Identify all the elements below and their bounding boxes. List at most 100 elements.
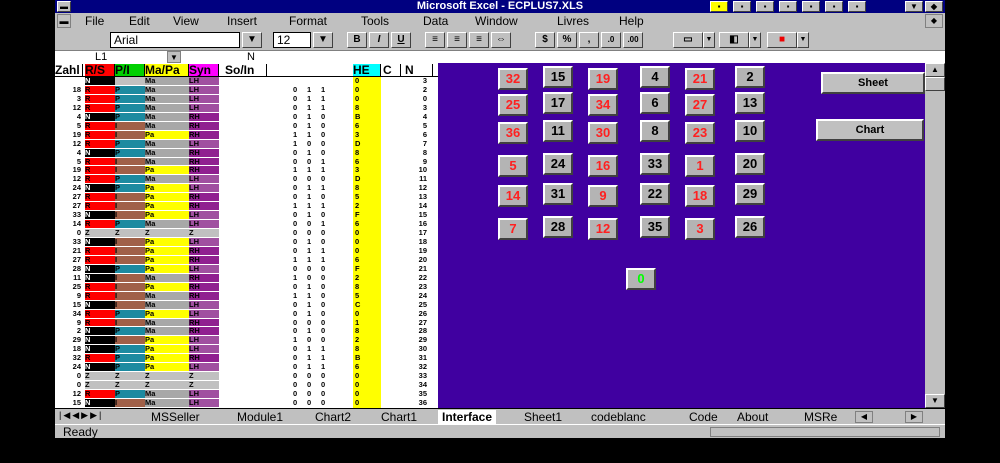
grid-cell[interactable]: 0 (293, 193, 303, 201)
grid-cell[interactable]: 1 (307, 310, 317, 318)
toolbar-icon-4[interactable]: ▪ (779, 1, 797, 12)
grid-cell[interactable]: LH (189, 220, 219, 229)
grid-cell[interactable]: R (85, 246, 115, 255)
grid-cell[interactable]: Pa (145, 246, 189, 255)
grid-cell[interactable]: D (355, 175, 369, 183)
grid-cell[interactable]: 0 (321, 122, 331, 130)
grid-cell[interactable]: LH (189, 85, 219, 94)
grid-cell[interactable]: I (115, 282, 145, 291)
number-button[interactable]: 5 (498, 155, 528, 177)
grid-cell[interactable]: 28 (405, 327, 427, 335)
grid-cell[interactable]: LH (189, 345, 219, 354)
grid-cell[interactable]: 0 (293, 149, 303, 157)
grid-cell[interactable]: N (85, 211, 115, 220)
grid-cell[interactable]: 0 (55, 381, 81, 389)
grid-cell[interactable]: 2 (55, 327, 81, 335)
grid-cell[interactable]: 8 (355, 184, 369, 192)
grid-cell[interactable]: 0 (307, 336, 317, 344)
grid-cell[interactable]: R (85, 291, 115, 300)
grid-cell[interactable]: P (115, 220, 145, 229)
grid-cell[interactable]: 1 (307, 354, 317, 362)
grid-cell[interactable]: 1 (321, 202, 331, 210)
grid-cell[interactable]: P (115, 85, 145, 94)
grid-cell[interactable]: 5 (55, 158, 81, 166)
grid-cell[interactable]: R (85, 202, 115, 211)
cell-reference[interactable]: L1 (95, 51, 107, 63)
grid-cell[interactable]: 5 (55, 122, 81, 130)
grid-cell[interactable]: 7 (405, 140, 427, 148)
grid-cell[interactable]: R (85, 354, 115, 363)
grid-cell[interactable]: 10 (405, 166, 427, 174)
grid-cell[interactable]: 6 (355, 220, 369, 228)
grid-cell[interactable]: 8 (355, 327, 369, 335)
grid-cell[interactable]: R (85, 318, 115, 327)
grid-cell[interactable]: Ma (145, 273, 189, 282)
grid-cell[interactable]: 1 (307, 327, 317, 335)
grid-cell[interactable]: Pa (145, 255, 189, 264)
grid-cell[interactable]: 0 (321, 131, 331, 139)
grid-cell[interactable]: LH (189, 238, 219, 246)
grid-cell[interactable]: RH (189, 112, 219, 121)
grid-cell[interactable]: I (115, 238, 145, 246)
grid-cell[interactable]: Ma (145, 291, 189, 300)
grid-cell[interactable]: 0 (355, 310, 369, 318)
grid-cell[interactable]: 33 (55, 238, 81, 246)
grid-cell[interactable]: R (85, 130, 115, 139)
hscroll-left-icon[interactable]: ◀ (855, 411, 873, 423)
menu-insert[interactable]: Insert (227, 13, 257, 29)
grid-cell[interactable]: 25 (55, 283, 81, 291)
grid-cell[interactable]: 1 (321, 354, 331, 362)
toolbar-icon-7[interactable]: ▪ (848, 1, 866, 12)
grid-cell[interactable]: 0 (355, 229, 369, 237)
hscroll-right-icon[interactable]: ▶ (905, 411, 923, 423)
grid-cell[interactable]: Pa (145, 336, 189, 345)
number-button[interactable]: 33 (640, 153, 670, 175)
grid-cell[interactable]: 24 (55, 363, 81, 371)
grid-cell[interactable]: LH (189, 399, 219, 407)
grid-cell[interactable]: N (85, 264, 115, 273)
grid-cell[interactable]: 1 (293, 202, 303, 210)
grid-cell[interactable]: 12 (55, 140, 81, 148)
number-button[interactable]: 23 (685, 122, 715, 144)
grid-cell[interactable]: 0 (293, 104, 303, 112)
grid-cell[interactable]: Ma (145, 103, 189, 112)
grid-cell[interactable]: 9 (405, 158, 427, 166)
borders-icon[interactable]: ▭ (673, 32, 703, 48)
sheet-tab[interactable]: codeblanc (587, 410, 650, 424)
grid-cell[interactable]: 1 (321, 247, 331, 255)
grid-cell[interactable]: Pa (145, 264, 189, 273)
grid-cell[interactable]: 0 (293, 238, 303, 246)
grid-cell[interactable]: N (85, 336, 115, 345)
center-across-icon[interactable]: ⇔ (491, 32, 511, 48)
grid-cell[interactable]: 1 (355, 319, 369, 327)
grid-cell[interactable]: 1 (321, 86, 331, 94)
grid-cell[interactable]: 1 (307, 104, 317, 112)
grid-cell[interactable]: RH (189, 273, 219, 282)
grid-cell[interactable]: 0 (293, 354, 303, 362)
grid-cell[interactable]: R (85, 85, 115, 94)
grid-cell[interactable]: 1 (307, 256, 317, 264)
number-button[interactable]: 34 (588, 94, 618, 116)
grid-cell[interactable]: 0 (293, 158, 303, 166)
grid-cell[interactable]: 0 (293, 247, 303, 255)
grid-cell[interactable]: N (85, 77, 115, 85)
grid-cell[interactable]: 18 (55, 345, 81, 353)
grid-cell[interactable]: 0 (293, 220, 303, 228)
grid-cell[interactable]: P (115, 354, 145, 363)
number-button[interactable]: 11 (543, 120, 573, 142)
grid-cell[interactable]: 21 (405, 265, 427, 273)
grid-cell[interactable]: P (115, 148, 145, 157)
grid-cell[interactable]: P (115, 309, 145, 318)
grid-cell[interactable]: 1 (307, 301, 317, 309)
grid-cell[interactable]: Z (189, 372, 219, 381)
grid-cell[interactable]: 0 (293, 363, 303, 371)
toolbar-icon-3[interactable]: ▪ (756, 1, 774, 12)
size-dropdown-arrow-icon[interactable]: ▼ (313, 32, 333, 48)
grid-cell[interactable]: LH (189, 336, 219, 345)
grid-cell[interactable]: 2 (405, 86, 427, 94)
grid-cell[interactable]: R (85, 193, 115, 202)
grid-cell[interactable]: 1 (307, 345, 317, 353)
grid-cell[interactable]: 0 (321, 211, 331, 219)
scroll-down-icon[interactable]: ▼ (925, 394, 945, 408)
grid-cell[interactable]: 0 (293, 327, 303, 335)
